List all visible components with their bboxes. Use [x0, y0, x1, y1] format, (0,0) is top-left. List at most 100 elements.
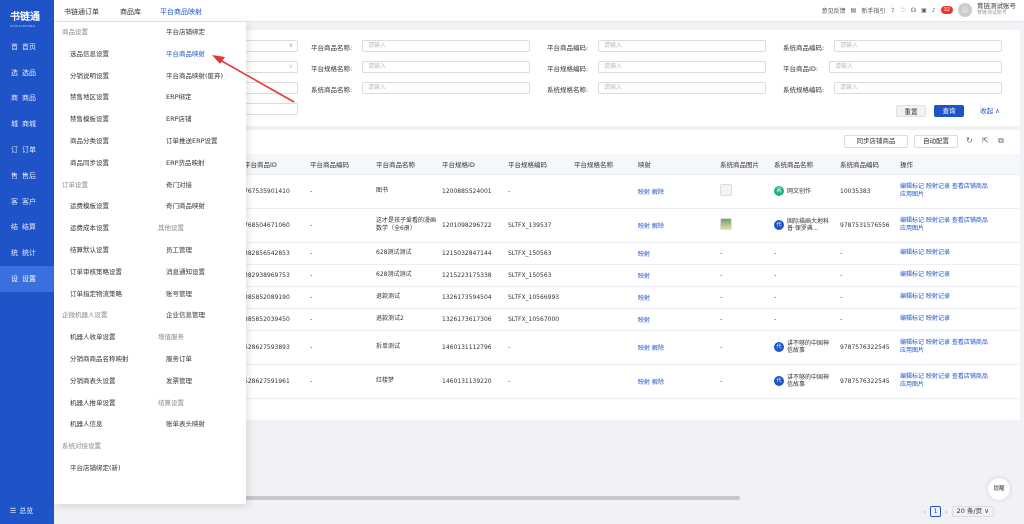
- sidebar-item[interactable]: 客客户: [0, 189, 54, 215]
- system-product-code-input[interactable]: 请输入: [834, 40, 1002, 52]
- auto-config-button[interactable]: 自动配置: [914, 135, 958, 148]
- unmap-link[interactable]: 解除: [652, 189, 664, 196]
- refresh-icon[interactable]: ↻: [966, 136, 973, 145]
- map-link[interactable]: 映射: [638, 223, 650, 230]
- menu-item[interactable]: 平台店铺绑定: [150, 22, 246, 44]
- extra-select[interactable]: [240, 103, 298, 115]
- column-header[interactable]: 系统商品编码: [836, 154, 896, 175]
- menu-item[interactable]: 禁售地区设置: [54, 87, 150, 109]
- view-shop-product-link[interactable]: 查看店铺商品: [952, 339, 988, 346]
- menu-item[interactable]: 机器人推单设置: [54, 393, 150, 415]
- calendar-icon[interactable]: ▣: [921, 7, 927, 14]
- system-spec-code-input[interactable]: 请输入: [834, 82, 1002, 94]
- menu-item[interactable]: ERP绑定: [150, 87, 246, 109]
- menu-item[interactable]: 消息通知设置: [150, 262, 246, 284]
- current-page[interactable]: 1: [930, 506, 942, 517]
- export-icon[interactable]: ⇱: [982, 136, 989, 145]
- column-header[interactable]: 平台商品ID: [240, 154, 306, 175]
- view-shop-product-link[interactable]: 查看店铺商品: [952, 217, 988, 224]
- column-header[interactable]: 系统商品图片: [716, 154, 770, 175]
- menu-item[interactable]: 运费模板设置: [54, 196, 150, 218]
- platform-product-name-input[interactable]: 请输入: [362, 40, 530, 52]
- sidebar-item[interactable]: 统统计: [0, 240, 54, 266]
- sidebar-item[interactable]: 售售后: [0, 163, 54, 189]
- menu-item[interactable]: 企业信息管理: [150, 305, 246, 327]
- edit-tag-link[interactable]: 编辑标记: [900, 217, 924, 224]
- sidebar-item[interactable]: 设设置: [0, 266, 54, 292]
- map-link[interactable]: 映射: [638, 379, 650, 386]
- menu-item[interactable]: 订单指定物流策略: [54, 284, 150, 306]
- system-spec-name-input[interactable]: 请输入: [598, 82, 766, 94]
- headset-icon[interactable]: ☊: [911, 7, 916, 14]
- view-shop-product-link[interactable]: 查看店铺商品: [952, 373, 988, 380]
- platform-select-2[interactable]: ∨: [240, 61, 298, 73]
- column-header[interactable]: 映射: [634, 154, 716, 175]
- menu-item[interactable]: 奇门对接: [150, 175, 246, 197]
- tab-platform-mapping[interactable]: 平台商品映射: [160, 7, 202, 17]
- menu-item[interactable]: 运费成本设置: [54, 218, 150, 240]
- menu-item[interactable]: 平台商品映射(废弃): [150, 66, 246, 88]
- platform-spec-code-input[interactable]: 请输入: [598, 61, 766, 73]
- map-link[interactable]: 映射: [638, 317, 650, 324]
- map-link[interactable]: 映射: [638, 345, 650, 352]
- apply-image-link[interactable]: 应用图片: [900, 347, 924, 354]
- upload-icon[interactable]: ⇪: [890, 7, 895, 14]
- apply-image-link[interactable]: 应用图片: [900, 381, 924, 388]
- sidebar-item[interactable]: 订订单: [0, 137, 54, 163]
- mapping-log-link[interactable]: 映射记录: [926, 217, 950, 224]
- mapping-log-link[interactable]: 映射记录: [926, 249, 950, 256]
- avatar[interactable]: ☺: [958, 3, 972, 17]
- search-button[interactable]: 查询: [934, 105, 964, 117]
- column-header[interactable]: 操作: [896, 154, 1020, 175]
- column-header[interactable]: 平台商品名称: [372, 154, 438, 175]
- menu-item[interactable]: ERP货品映射: [150, 153, 246, 175]
- sidebar-item[interactable]: 商商品: [0, 86, 54, 112]
- platform-product-id-input[interactable]: 请输入: [829, 61, 1002, 73]
- sidebar-item[interactable]: 城商城: [0, 111, 54, 137]
- reminder-button[interactable]: 提醒: [988, 478, 1010, 500]
- mapping-log-link[interactable]: 映射记录: [926, 315, 950, 322]
- menu-item[interactable]: 分销商商品名称映射: [54, 349, 150, 371]
- menu-item[interactable]: 奇门商品映射: [150, 196, 246, 218]
- map-link[interactable]: 映射: [638, 189, 650, 196]
- apply-image-link[interactable]: 应用图片: [900, 191, 924, 198]
- unmap-link[interactable]: 解除: [652, 379, 664, 386]
- view-shop-product-link[interactable]: 查看店铺商品: [952, 183, 988, 190]
- edit-tag-link[interactable]: 编辑标记: [900, 183, 924, 190]
- map-link[interactable]: 映射: [638, 295, 650, 302]
- menu-item[interactable]: 结算默认设置: [54, 240, 150, 262]
- menu-item[interactable]: ERP店铺: [150, 109, 246, 131]
- edit-tag-link[interactable]: 编辑标记: [900, 293, 924, 300]
- sync-shop-products-button[interactable]: 同步店铺商品: [844, 135, 908, 148]
- page-size-select[interactable]: 20 条/页 ∨: [951, 506, 994, 517]
- map-link[interactable]: 映射: [638, 251, 650, 258]
- tab-product-library[interactable]: 商品库: [120, 7, 141, 17]
- next-page-icon[interactable]: ›: [945, 508, 948, 516]
- menu-item[interactable]: 账单表头映射: [150, 414, 246, 436]
- menu-item[interactable]: 机器人收单设置: [54, 327, 150, 349]
- platform-spec-name-input[interactable]: 请输入: [362, 61, 530, 73]
- edit-tag-link[interactable]: 编辑标记: [900, 315, 924, 322]
- shop-select[interactable]: [240, 82, 298, 94]
- menu-item[interactable]: 发票管理: [150, 371, 246, 393]
- menu-item[interactable]: 机器人信息: [54, 414, 150, 436]
- menu-item[interactable]: 商品同步设置: [54, 153, 150, 175]
- menu-item[interactable]: 选品信息设置: [54, 44, 150, 66]
- menu-item[interactable]: 分销说明设置: [54, 66, 150, 88]
- menu-item[interactable]: 分销商表头设置: [54, 371, 150, 393]
- edit-tag-link[interactable]: 编辑标记: [900, 271, 924, 278]
- bell-icon[interactable]: ♪: [932, 7, 936, 14]
- platform-product-code-input[interactable]: 请输入: [598, 40, 766, 52]
- menu-item[interactable]: 员工管理: [150, 240, 246, 262]
- tab-orders[interactable]: 书链通订单: [64, 7, 99, 17]
- mapping-log-link[interactable]: 映射记录: [926, 293, 950, 300]
- column-header[interactable]: 平台规格编码: [504, 154, 570, 175]
- unmap-link[interactable]: 解除: [652, 223, 664, 230]
- unmap-link[interactable]: 解除: [652, 345, 664, 352]
- edit-tag-link[interactable]: 编辑标记: [900, 249, 924, 256]
- account-info[interactable]: 育链测试账号 育链测试账号: [977, 3, 1016, 17]
- edit-tag-link[interactable]: 编辑标记: [900, 339, 924, 346]
- logo[interactable]: 书链通 SHULIANTONG: [0, 0, 54, 34]
- prev-page-icon[interactable]: ‹: [923, 508, 926, 516]
- system-product-name-input[interactable]: 请输入: [362, 82, 530, 94]
